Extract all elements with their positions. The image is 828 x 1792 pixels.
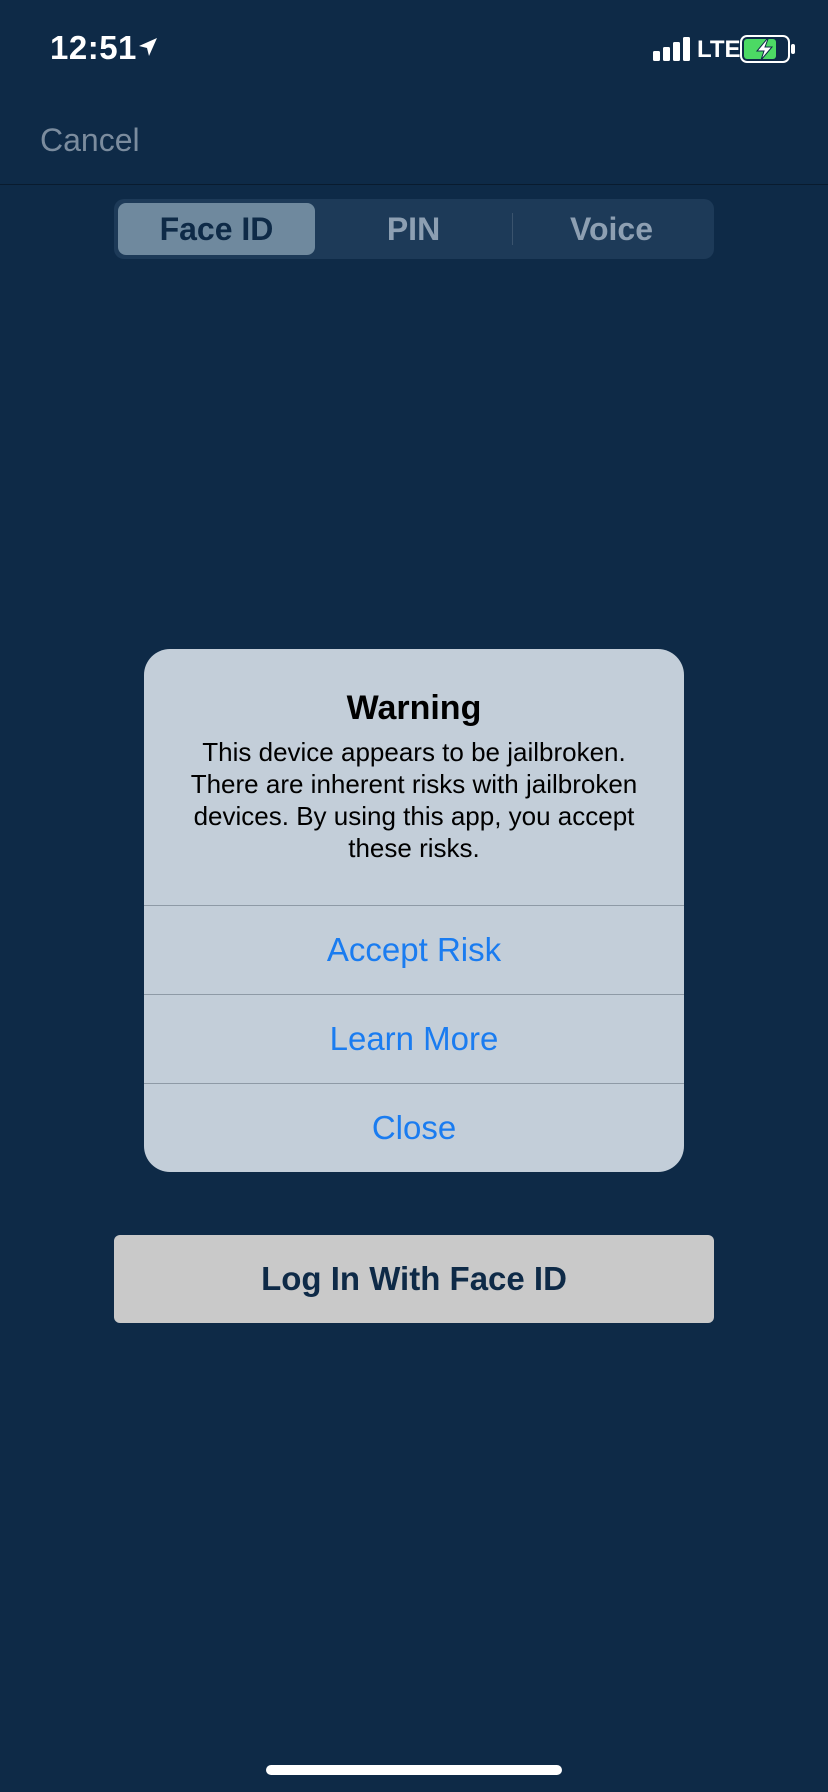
signal-bars-icon [653,37,690,61]
login-with-face-id-button[interactable]: Log In With Face ID [114,1235,714,1323]
close-button[interactable]: Close [144,1083,684,1172]
network-type-label: LTE [697,36,741,63]
app-screen: 12:51 LTE Cancel Face ID PIN Voice Log I… [0,0,828,1792]
home-indicator[interactable] [266,1765,562,1775]
location-arrow-icon [139,38,157,56]
alert-message: This device appears to be jailbroken. Th… [190,737,638,863]
status-time: 12:51 [50,29,137,66]
navigation-bar: Cancel [0,100,828,185]
alert-body: Warning This device appears to be jailbr… [144,649,684,905]
tab-face-id[interactable]: Face ID [118,203,315,255]
accept-risk-button[interactable]: Accept Risk [144,905,684,994]
battery-charging-icon [740,35,795,63]
cancel-button[interactable]: Cancel [40,122,140,159]
tab-pin[interactable]: PIN [315,203,512,255]
auth-method-segmented-control: Face ID PIN Voice [114,199,714,259]
status-bar: 12:51 LTE [0,0,828,100]
tab-voice[interactable]: Voice [513,203,710,255]
warning-alert-dialog: Warning This device appears to be jailbr… [144,649,684,1172]
learn-more-button[interactable]: Learn More [144,994,684,1083]
alert-title: Warning [346,689,482,727]
